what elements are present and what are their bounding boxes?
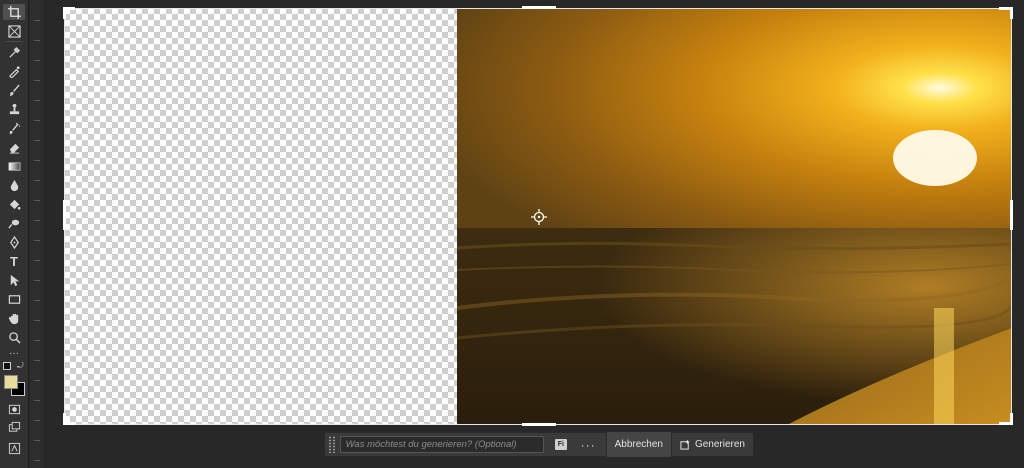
rectangle-icon[interactable]: [3, 291, 25, 307]
crop-center-target-icon[interactable]: [531, 209, 547, 225]
brush-icon[interactable]: [3, 82, 25, 98]
type-icon[interactable]: T: [3, 253, 25, 269]
gradient-icon[interactable]: [3, 158, 25, 174]
zoom-icon[interactable]: [3, 329, 25, 345]
dodge-icon[interactable]: [3, 215, 25, 231]
eraser-icon[interactable]: [3, 139, 25, 155]
clone-stamp-icon[interactable]: [3, 101, 25, 117]
generate-icon: [680, 439, 690, 450]
drag-handle-icon[interactable]: [328, 436, 336, 453]
generative-fill-icon[interactable]: [3, 440, 25, 456]
pen-icon[interactable]: [3, 234, 25, 250]
history-brush-icon[interactable]: [3, 120, 25, 136]
quick-mask-icon[interactable]: [3, 401, 25, 417]
crop-handle-top-center[interactable]: [522, 6, 556, 9]
transparent-area: [64, 8, 457, 425]
more-tools-icon[interactable]: ···: [3, 346, 25, 362]
generate-prompt-input[interactable]: [339, 436, 545, 453]
cancel-button[interactable]: Abbrechen: [605, 432, 672, 457]
swap-colors-icon[interactable]: ⤾: [17, 361, 24, 371]
spot-healing-icon[interactable]: [3, 63, 25, 79]
crop-handle-left-middle[interactable]: [63, 200, 66, 230]
generate-button[interactable]: Generieren: [672, 432, 753, 457]
blur-icon[interactable]: [3, 177, 25, 193]
cancel-button-label: Abbrechen: [614, 439, 663, 450]
crop-handle-bottom-center[interactable]: [522, 423, 556, 426]
generate-button-label: Generieren: [694, 439, 745, 450]
more-options-icon[interactable]: ···: [581, 439, 596, 451]
crop-icon[interactable]: [3, 4, 25, 20]
frame-icon[interactable]: [3, 23, 25, 39]
paint-bucket-icon[interactable]: [3, 196, 25, 212]
vertical-ruler: [30, 0, 45, 468]
contextual-task-bar: Fi ··· Abbrechen Generieren: [324, 432, 754, 457]
tools-panel: T ··· ⤾: [0, 0, 29, 468]
default-colors-icon[interactable]: [3, 362, 11, 370]
foreground-color-swatch[interactable]: [4, 375, 18, 389]
hand-icon[interactable]: [3, 310, 25, 326]
firefly-icon[interactable]: Fi: [555, 439, 567, 450]
screen-mode-icon[interactable]: [3, 419, 25, 435]
crop-handle-right-middle[interactable]: [1010, 200, 1013, 230]
path-selection-icon[interactable]: [3, 272, 25, 288]
eyedropper-icon[interactable]: [3, 44, 25, 60]
